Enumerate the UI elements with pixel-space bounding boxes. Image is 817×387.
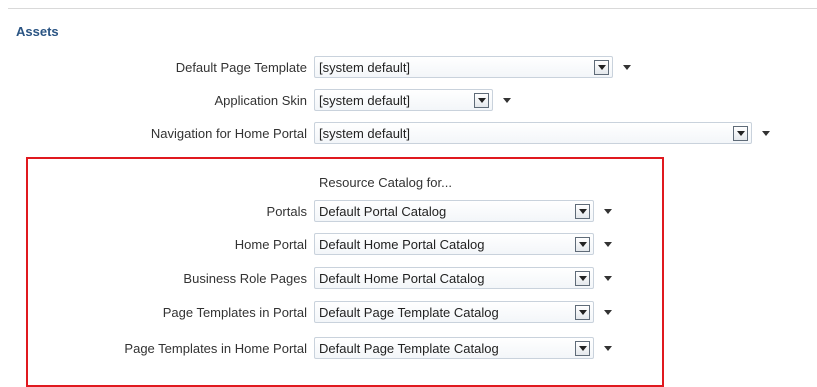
select-value: Default Portal Catalog bbox=[319, 203, 447, 219]
application-skin-select[interactable]: [system default] bbox=[314, 89, 493, 111]
select-value: [system default] bbox=[319, 92, 411, 108]
select-value: [system default] bbox=[319, 59, 411, 75]
caret-down-icon[interactable] bbox=[596, 200, 620, 222]
default-page-template-select[interactable]: [system default] bbox=[314, 56, 613, 78]
field-default-page-template: Default Page Template [system default] bbox=[0, 55, 639, 79]
chevron-down-icon[interactable] bbox=[575, 236, 590, 252]
select-value: Default Home Portal Catalog bbox=[319, 236, 485, 252]
catalog-row-home-portal: Home Portal Default Home Portal Catalog bbox=[0, 232, 620, 256]
navigation-home-portal-select[interactable]: [system default] bbox=[314, 122, 752, 144]
section-divider bbox=[8, 8, 817, 9]
select-value: Default Home Portal Catalog bbox=[319, 270, 485, 286]
caret-down-icon[interactable] bbox=[615, 56, 639, 78]
field-label: Default Page Template bbox=[175, 59, 307, 75]
select-value: Default Page Template Catalog bbox=[319, 304, 499, 320]
field-label: Page Templates in Home Portal bbox=[124, 340, 307, 356]
catalog-row-business-role-pages: Business Role Pages Default Home Portal … bbox=[0, 266, 620, 290]
chevron-down-icon[interactable] bbox=[575, 270, 590, 286]
chevron-down-icon[interactable] bbox=[594, 59, 609, 75]
field-label: Business Role Pages bbox=[183, 270, 307, 286]
caret-down-icon[interactable] bbox=[596, 267, 620, 289]
field-application-skin: Application Skin [system default] bbox=[0, 88, 519, 112]
chevron-down-icon[interactable] bbox=[575, 340, 590, 356]
page-templates-portal-catalog-select[interactable]: Default Page Template Catalog bbox=[314, 301, 594, 323]
section-title-assets: Assets bbox=[16, 24, 59, 39]
caret-down-icon[interactable] bbox=[596, 337, 620, 359]
business-role-pages-catalog-select[interactable]: Default Home Portal Catalog bbox=[314, 267, 594, 289]
field-label: Navigation for Home Portal bbox=[150, 125, 307, 141]
field-label: Portals bbox=[266, 203, 307, 219]
field-label: Page Templates in Portal bbox=[162, 304, 307, 320]
home-portal-catalog-select[interactable]: Default Home Portal Catalog bbox=[314, 233, 594, 255]
select-value: [system default] bbox=[319, 125, 411, 141]
chevron-down-icon[interactable] bbox=[733, 125, 748, 141]
caret-down-icon[interactable] bbox=[754, 122, 778, 144]
caret-down-icon[interactable] bbox=[596, 301, 620, 323]
page-templates-home-portal-catalog-select[interactable]: Default Page Template Catalog bbox=[314, 337, 594, 359]
portals-catalog-select[interactable]: Default Portal Catalog bbox=[314, 200, 594, 222]
field-label: Application Skin bbox=[214, 92, 308, 108]
chevron-down-icon[interactable] bbox=[474, 92, 489, 108]
caret-down-icon[interactable] bbox=[596, 233, 620, 255]
resource-catalog-heading: Resource Catalog for... bbox=[319, 175, 452, 190]
select-value: Default Page Template Catalog bbox=[319, 340, 499, 356]
chevron-down-icon[interactable] bbox=[575, 203, 590, 219]
caret-down-icon[interactable] bbox=[495, 89, 519, 111]
field-label: Home Portal bbox=[234, 236, 307, 252]
catalog-row-portals: Portals Default Portal Catalog bbox=[0, 199, 620, 223]
field-navigation-home-portal: Navigation for Home Portal [system defau… bbox=[0, 121, 778, 145]
chevron-down-icon[interactable] bbox=[575, 304, 590, 320]
catalog-row-page-templates-home-portal: Page Templates in Home Portal Default Pa… bbox=[0, 336, 620, 360]
catalog-row-page-templates-portal: Page Templates in Portal Default Page Te… bbox=[0, 300, 620, 324]
